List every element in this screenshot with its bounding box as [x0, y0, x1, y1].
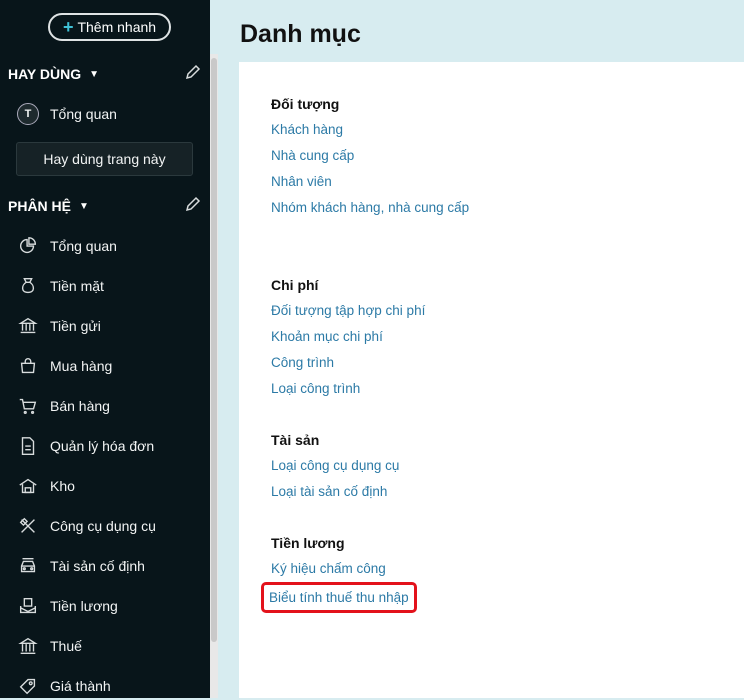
sidebar-item-4[interactable]: Bán hàng	[16, 392, 110, 420]
scrollbar-thumb[interactable]	[211, 58, 217, 642]
group-title: Tài sản	[271, 432, 320, 448]
sidebar-item-5[interactable]: Quản lý hóa đơn	[16, 432, 154, 460]
favorites-section-header[interactable]: HAY DÙNG ▼	[8, 63, 202, 84]
sidebar-item-label: Mua hàng	[50, 358, 113, 374]
group-title: Tiền lương	[271, 535, 345, 551]
bank-icon	[16, 314, 40, 338]
caret-down-icon: ▼	[79, 200, 89, 212]
catalog-link[interactable]: Nhóm khách hàng, nhà cung cấp	[271, 198, 469, 224]
modules-title: PHÂN HỆ	[8, 198, 72, 214]
catalog-link[interactable]: Đối tượng tập hợp chi phí	[271, 301, 425, 327]
sidebar-item-label: Tổng quan	[50, 238, 117, 254]
tools-icon	[16, 514, 40, 538]
sidebar-item-3[interactable]: Mua hàng	[16, 352, 112, 380]
sidebar-item-2[interactable]: Tiền gửi	[16, 312, 101, 340]
catalog-link[interactable]: Khách hàng	[271, 120, 469, 146]
money-bag-icon	[16, 274, 40, 298]
invoice-icon	[16, 434, 40, 458]
catalog-link[interactable]: Khoản mục chi phí	[271, 327, 425, 353]
plus-icon: +	[62, 17, 74, 37]
sidebar-item-11[interactable]: Giá thành	[16, 672, 111, 700]
sidebar-item-label: Tiền mặt	[50, 278, 104, 294]
group-title: Chi phí	[271, 277, 319, 293]
pie-chart-icon	[16, 234, 40, 258]
modules-section-header[interactable]: PHÂN HỆ ▼	[8, 195, 202, 216]
sidebar-item-label: Thuế	[50, 638, 82, 654]
catalog-card: Đối tượng Khách hàng Nhà cung cấp Nhân viên…	[239, 62, 744, 698]
sidebar-item-label: Quản lý hóa đơn	[50, 438, 155, 454]
sidebar-item-9[interactable]: Tiền lương	[16, 592, 118, 620]
catalog-link[interactable]: Nhà cung cấp	[271, 146, 469, 172]
group-0: Đối tượng Khách hàng Nhà cung cấp Nhân viên…	[271, 94, 469, 224]
catalog-link[interactable]: Nhân viên	[271, 172, 469, 198]
edit-favorites-icon[interactable]	[184, 63, 202, 84]
shopping-bag-icon	[16, 354, 40, 378]
sidebar-item-8[interactable]: Tài sản cố định	[16, 552, 145, 580]
tax-building-icon	[16, 634, 40, 658]
warehouse-icon	[16, 474, 40, 498]
sidebar-item-label: Tiền lương	[50, 598, 118, 614]
car-icon	[16, 554, 40, 578]
favorite-item-tong-quan[interactable]: T Tổng quan	[16, 100, 117, 128]
quick-add-button[interactable]: + Thêm nhanh	[48, 13, 171, 41]
favorite-label: Tổng quan	[50, 106, 117, 122]
sidebar-item-0[interactable]: Tổng quan	[16, 232, 117, 260]
sidebar-item-label: Tiền gửi	[50, 318, 101, 334]
page-title: Danh mục	[240, 20, 361, 48]
catalog-link[interactable]: Ký hiệu chấm công	[271, 559, 414, 585]
sidebar-item-label: Tài sản cố định	[50, 558, 145, 574]
sidebar-item-7[interactable]: Công cụ dụng cụ	[16, 512, 156, 540]
avatar-initial-icon: T	[17, 103, 39, 125]
group-title: Đối tượng	[271, 96, 340, 112]
caret-down-icon: ▼	[89, 68, 100, 80]
favorites-title: HAY DÙNG	[8, 66, 82, 82]
group-2: Tài sản Loại công cụ dụng cụ Loại tài sản …	[271, 430, 399, 508]
sidebar-item-1[interactable]: Tiền mặt	[16, 272, 104, 300]
add-favorite-button[interactable]: Hay dùng trang này	[16, 142, 193, 176]
sidebar-item-label: Giá thành	[50, 678, 111, 694]
salary-icon	[16, 594, 40, 618]
catalog-link[interactable]: Loại công trình	[271, 379, 425, 405]
sidebar-item-10[interactable]: Thuế	[16, 632, 82, 660]
catalog-link[interactable]: Loại tài sản cố định	[271, 482, 399, 508]
sidebar-item-label: Bán hàng	[50, 398, 110, 414]
quick-add-label: Thêm nhanh	[77, 19, 157, 35]
sidebar-item-label: Công cụ dụng cụ	[50, 518, 156, 534]
price-tag-icon	[16, 674, 40, 698]
catalog-link[interactable]: Biểu tính thuế thu nhập	[261, 582, 417, 613]
sidebar-item-label: Kho	[50, 478, 75, 494]
cart-icon	[16, 394, 40, 418]
catalog-link[interactable]: Loại công cụ dụng cụ	[271, 456, 399, 482]
sidebar: + Thêm nhanh HAY DÙNG ▼ T Tổng quan Hay dù…	[0, 0, 210, 698]
catalog-link[interactable]: Công trình	[271, 353, 425, 379]
edit-modules-icon[interactable]	[184, 195, 202, 216]
sidebar-scrollbar[interactable]	[210, 54, 218, 698]
group-1: Chi phí Đối tượng tập hợp chi phí Khoản mụ…	[271, 275, 425, 405]
sidebar-item-6[interactable]: Kho	[16, 472, 75, 500]
group-3: Tiền lương Ký hiệu chấm công Biểu tính thu…	[261, 533, 417, 613]
